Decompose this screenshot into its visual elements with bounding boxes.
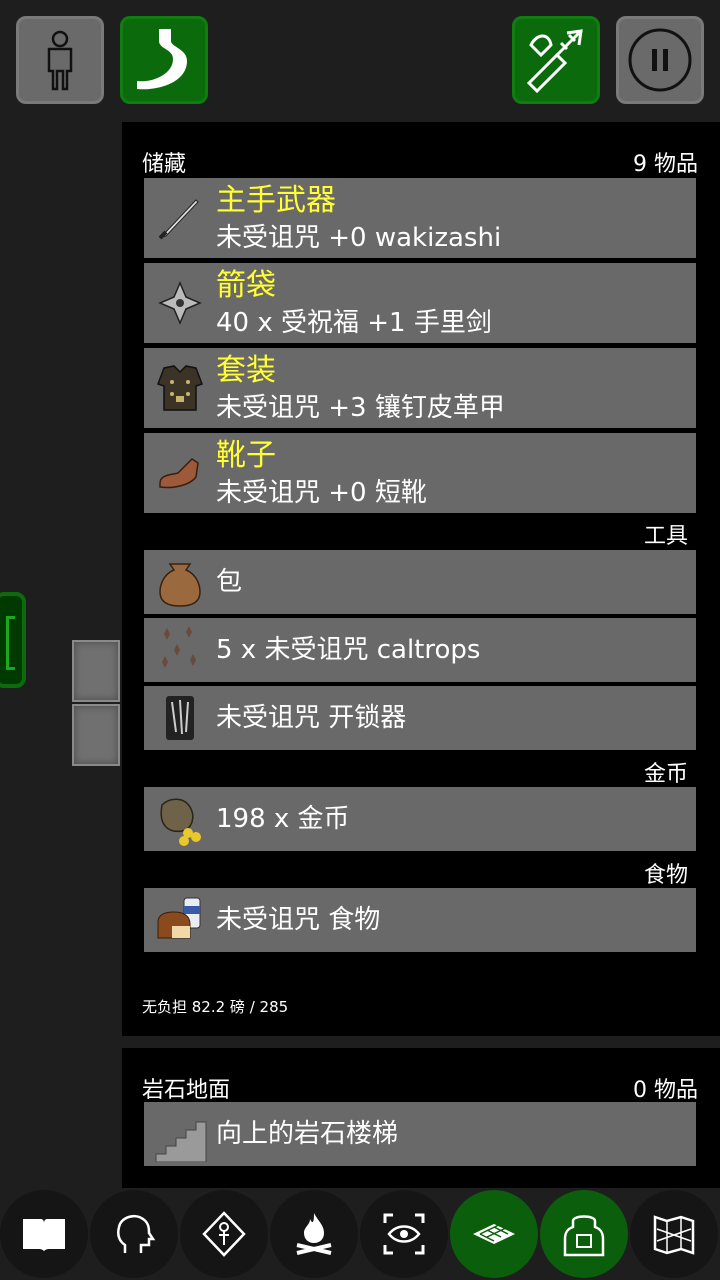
map-button[interactable]: [630, 1190, 718, 1278]
tool-item[interactable]: 包: [144, 550, 696, 614]
tool-item[interactable]: 未受诅咒 开锁器: [144, 686, 696, 750]
equipped-quiver-item[interactable]: 箭袋 40 x 受祝福 +1 手里剑: [144, 263, 696, 343]
inventory-title: 储藏: [142, 152, 187, 177]
item-description: 未受诅咒 +3 镶钉皮革甲: [216, 393, 505, 423]
stone-tile: [72, 704, 120, 766]
stomach-icon: [137, 29, 187, 90]
inventory-count: 9 物品: [633, 152, 698, 177]
head-icon: [117, 1215, 156, 1253]
person-icon: [47, 30, 73, 91]
ankh-diamond-icon: [202, 1211, 246, 1257]
floor-title: 岩石地面: [142, 1078, 231, 1103]
spellbook-button[interactable]: [0, 1190, 88, 1278]
inventory-button[interactable]: [540, 1190, 628, 1278]
item-description: 未受诅咒 开锁器: [216, 703, 407, 733]
equipped-weapon-item[interactable]: 主手武器 未受诅咒 +0 wakizashi: [144, 178, 696, 258]
studded-leather-armor-icon: [157, 365, 203, 411]
slot-label: 箭袋: [216, 268, 276, 303]
character-button[interactable]: [16, 16, 104, 104]
stairs-up-icon: [155, 1121, 207, 1162]
head-button[interactable]: [90, 1190, 178, 1278]
pause-button[interactable]: [616, 16, 704, 104]
tool-item[interactable]: 5 x 未受诅咒 caltrops: [144, 618, 696, 682]
gold-pouch-icon: [160, 798, 201, 846]
slot-label: 靴子: [216, 438, 276, 473]
burden-status: 无负担 82.2 磅 / 285: [142, 998, 289, 1016]
quiver-button[interactable]: [512, 16, 600, 104]
item-description: 未受诅咒 +0 短靴: [216, 478, 427, 508]
item-description: 向上的岩石楼梯: [216, 1119, 399, 1149]
floor-item[interactable]: 向上的岩石楼梯: [144, 1102, 696, 1166]
item-description: 未受诅咒 +0 wakizashi: [216, 223, 502, 253]
hunger-button[interactable]: [120, 16, 208, 104]
inventory-header: 储藏 9 物品: [142, 146, 698, 178]
eye-target-icon: [383, 1213, 425, 1255]
quiver-icon: [526, 29, 583, 94]
side-drawer-tab[interactable]: [0, 592, 26, 688]
low-boots-icon: [159, 458, 199, 489]
food-section-label: 食物: [643, 863, 688, 888]
food-ration-icon: [157, 897, 201, 939]
item-description: 包: [216, 567, 243, 597]
sack-icon: [159, 563, 201, 607]
item-description: 198 x 金币: [216, 804, 350, 834]
floor-header: 岩石地面 0 物品: [142, 1072, 698, 1104]
campfire-icon: [296, 1213, 332, 1255]
book-icon: [23, 1219, 65, 1251]
pray-button[interactable]: [180, 1190, 268, 1278]
slot-label: 主手武器: [216, 183, 336, 218]
floor-button[interactable]: [450, 1190, 538, 1278]
wakizashi-icon: [158, 199, 199, 240]
floor-tiles-icon: [473, 1223, 515, 1244]
look-button[interactable]: [360, 1190, 448, 1278]
stone-tile: [72, 640, 120, 702]
caltrops-icon: [162, 626, 196, 668]
item-description: 5 x 未受诅咒 caltrops: [216, 635, 481, 665]
item-description: 40 x 受祝福 +1 手里剑: [216, 308, 492, 338]
floor-count: 0 物品: [633, 1078, 698, 1103]
food-item[interactable]: 未受诅咒 食物: [144, 888, 696, 952]
equipped-armor-item[interactable]: 套装 未受诅咒 +3 镶钉皮革甲: [144, 348, 696, 428]
rest-button[interactable]: [270, 1190, 358, 1278]
slot-label: 套装: [216, 353, 276, 388]
bottom-toolbar: [0, 1188, 720, 1280]
gold-section-label: 金币: [643, 762, 688, 787]
item-description: 未受诅咒 食物: [216, 905, 381, 935]
lockpick-icon: [166, 696, 194, 740]
shuriken-icon: [158, 281, 202, 325]
pause-icon: [628, 28, 692, 92]
backpack-icon: [563, 1215, 605, 1257]
equipped-boots-item[interactable]: 靴子 未受诅咒 +0 短靴: [144, 433, 696, 513]
gold-item[interactable]: 198 x 金币: [144, 787, 696, 851]
tools-section-label: 工具: [643, 524, 688, 549]
map-icon: [653, 1215, 695, 1255]
